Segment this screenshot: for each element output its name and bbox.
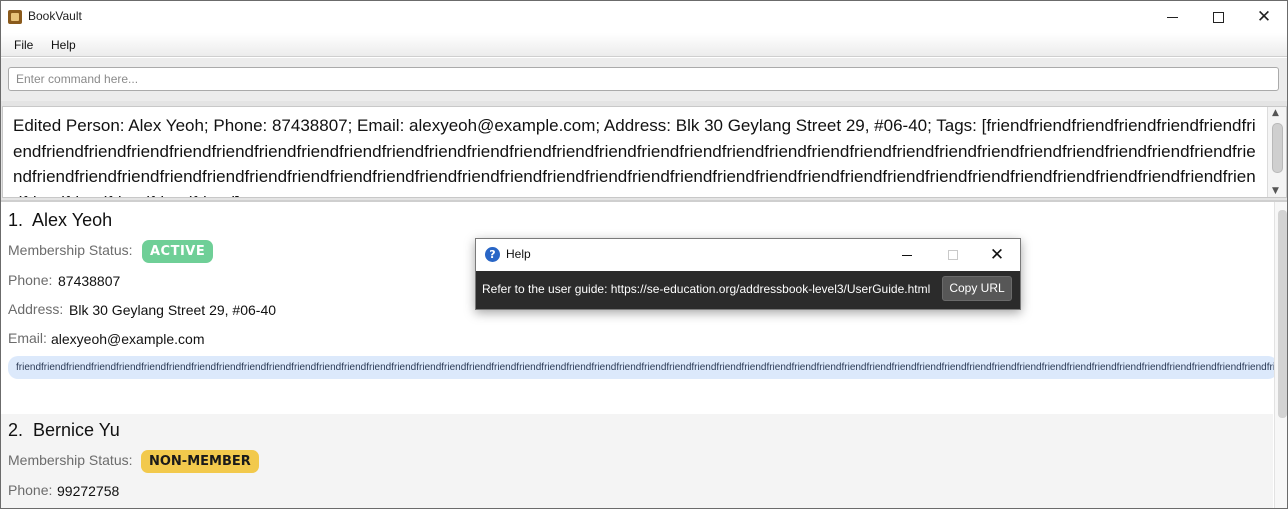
minimize-icon <box>1166 16 1178 18</box>
person-name-text: Bernice Yu <box>33 420 120 440</box>
person-index: 2. <box>8 420 24 440</box>
list-scrollbar[interactable] <box>1274 202 1287 508</box>
person-name-text: Alex Yeoh <box>32 210 113 230</box>
email-value: alexyeoh@example.com <box>51 331 205 347</box>
help-question-icon: ? <box>485 247 500 262</box>
help-message: Refer to the user guide: https://se-educ… <box>482 282 931 296</box>
help-dialog-title-bar[interactable]: ? Help ✕ <box>476 239 1020 271</box>
maximize-icon <box>948 250 958 260</box>
result-scrollbar[interactable]: ▲ ▼ <box>1267 107 1286 197</box>
person-name: 2. Bernice Yu <box>8 420 120 441</box>
phone-value: 87438807 <box>58 273 121 289</box>
main-window: BookVault ✕ File Help Edited Person: Ale… <box>0 0 1288 509</box>
close-icon: ✕ <box>1256 6 1272 27</box>
result-display-panel: Edited Person: Alex Yeoh; Phone: 8743880… <box>1 101 1287 200</box>
scroll-up-icon[interactable]: ▲ <box>1272 108 1279 118</box>
membership-label: Membership Status: <box>8 242 133 258</box>
window-title: BookVault <box>28 9 82 23</box>
person-name: 1. Alex Yeoh <box>8 210 112 231</box>
phone-value: 99272758 <box>57 483 120 499</box>
address-label: Address: <box>8 301 64 317</box>
minimize-icon <box>902 254 912 256</box>
bookvault-app-icon <box>8 10 22 24</box>
title-bar[interactable]: BookVault ✕ <box>1 1 1287 33</box>
close-icon: ✕ <box>989 244 1005 265</box>
help-dialog-body: Refer to the user guide: https://se-educ… <box>476 271 1020 309</box>
person-index: 1. <box>8 210 24 230</box>
copy-url-button[interactable]: Copy URL <box>942 276 1012 301</box>
maximize-icon <box>1212 11 1224 23</box>
scroll-down-icon[interactable]: ▼ <box>1272 186 1279 196</box>
result-display[interactable]: Edited Person: Alex Yeoh; Phone: 8743880… <box>2 106 1287 198</box>
result-scroll-thumb[interactable] <box>1272 123 1283 173</box>
address-value: Blk 30 Geylang Street 29, #06-40 <box>69 302 277 318</box>
help-dialog-title: Help <box>506 247 531 261</box>
result-text: Edited Person: Alex Yeoh; Phone: 8743880… <box>13 116 1256 197</box>
help-minimize-button[interactable] <box>884 239 930 271</box>
phone-label: Phone: <box>8 272 53 288</box>
command-box <box>1 58 1287 101</box>
menu-file[interactable]: File <box>14 38 33 52</box>
list-scroll-thumb[interactable] <box>1278 210 1287 418</box>
status-badge: NON-MEMBER <box>141 450 259 473</box>
command-input[interactable] <box>8 67 1279 91</box>
membership-label: Membership Status: <box>8 452 133 468</box>
menu-bar: File Help <box>1 33 1287 57</box>
person-card[interactable]: 2. Bernice Yu Membership Status: NON-MEM… <box>1 414 1273 508</box>
help-maximize-button <box>930 239 976 271</box>
maximize-button[interactable] <box>1195 1 1241 33</box>
help-close-button[interactable]: ✕ <box>974 239 1020 271</box>
tag-chip: friendfriendfriendfriendfriendfriendfrie… <box>8 356 1278 379</box>
status-badge: ACTIVE <box>142 240 214 263</box>
phone-label: Phone: <box>8 482 53 498</box>
close-button[interactable]: ✕ <box>1241 1 1287 33</box>
help-dialog: ? Help ✕ Refer to the user guide: https:… <box>475 238 1021 310</box>
menu-help[interactable]: Help <box>51 38 76 52</box>
minimize-button[interactable] <box>1149 1 1195 33</box>
email-label: Email: <box>8 330 47 346</box>
